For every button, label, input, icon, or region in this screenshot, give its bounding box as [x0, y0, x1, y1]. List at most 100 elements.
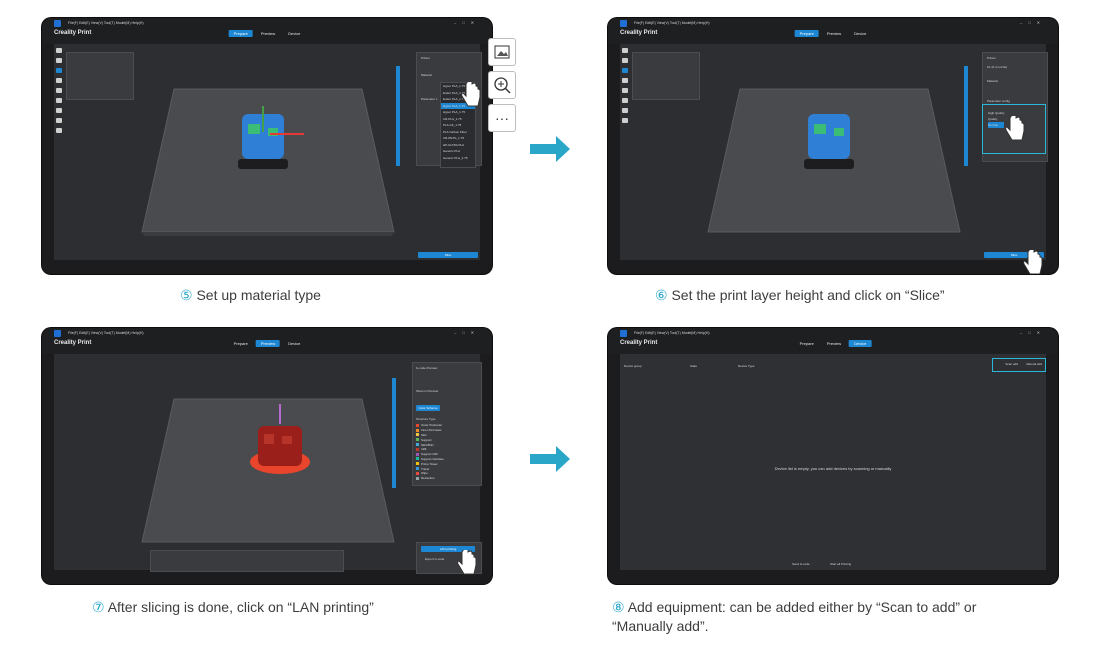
send-gcode-button[interactable]: Send G-code — [792, 562, 810, 566]
tool-cut-icon[interactable] — [622, 108, 628, 113]
tool-more-icon[interactable] — [56, 128, 62, 133]
param-list: High Quality Quality Normal — [988, 110, 1005, 128]
window-controls[interactable]: –□✕ — [454, 20, 480, 25]
legend-row[interactable]: Support interface — [416, 457, 444, 462]
image-icon[interactable] — [488, 38, 516, 66]
cat-model — [804, 114, 854, 169]
legend-swatch — [416, 433, 419, 437]
tab-preview[interactable]: Preview — [256, 30, 280, 37]
start-all-button[interactable]: Start all Printing — [830, 562, 851, 566]
tool-add-icon[interactable] — [56, 48, 62, 53]
hand-cursor-icon — [461, 82, 481, 107]
color-scheme-button[interactable]: Color Scheme — [416, 405, 440, 411]
tool-support-icon[interactable] — [622, 98, 628, 103]
tab-prepare[interactable]: Prepare — [228, 30, 253, 37]
gcode-title: G-code Preview — [416, 366, 438, 370]
legend-swatch — [416, 467, 419, 471]
left-toolbar — [54, 48, 64, 133]
arrow-right-icon — [530, 446, 570, 472]
tool-move-icon[interactable] — [56, 68, 62, 73]
more-icon[interactable]: ··· — [488, 104, 516, 132]
app-title: Creality Print — [54, 30, 92, 36]
title-bar: File(F) Edit(E) View(V) Tool(T) Model(M)… — [608, 328, 1058, 354]
step-number: ⑧ — [612, 599, 625, 615]
tool-cut-icon[interactable] — [56, 108, 62, 113]
tool-layout-icon[interactable] — [56, 58, 62, 63]
gcode-preview-panel: G-code Preview Show in Preview Color Sch… — [412, 362, 482, 486]
menu-bar[interactable]: File(F) Edit(E) View(V) Tool(T) Model(M)… — [68, 331, 144, 335]
legend-label: Outer Perimeter — [421, 423, 443, 428]
tab-prepare[interactable]: Prepare — [794, 30, 819, 37]
window-controls[interactable]: –□✕ — [1020, 20, 1046, 25]
tab-preview[interactable]: Preview — [255, 340, 281, 347]
app-logo — [54, 20, 61, 27]
step-text-line1: Add equipment: can be added either by “S… — [627, 599, 977, 615]
tab-preview[interactable]: Preview — [822, 340, 846, 347]
mode-tabs: Prepare Preview Device — [229, 340, 306, 347]
tab-device[interactable]: Device — [283, 340, 305, 347]
tab-device[interactable]: Device — [849, 30, 871, 37]
tab-prepare[interactable]: Prepare — [795, 340, 819, 347]
legend-label: Support infill — [421, 452, 438, 457]
tool-layout-icon[interactable] — [622, 58, 628, 63]
legend-row[interactable]: Inner Perimeter — [416, 428, 444, 433]
tool-measure-icon[interactable] — [622, 118, 628, 123]
caption-step-6: ⑥ Set the print layer height and click o… — [655, 286, 945, 305]
manual-add-button[interactable]: Manual add — [1026, 362, 1042, 366]
scan-add-button[interactable]: Scan add — [1005, 362, 1018, 366]
param-normal[interactable]: Normal — [988, 122, 1005, 128]
tool-support-icon[interactable] — [56, 98, 62, 103]
zoom-in-icon[interactable] — [488, 71, 516, 99]
app-logo — [620, 330, 627, 337]
filter-device-group[interactable]: Device group — [624, 364, 642, 368]
legend-label: Skirt/Brim — [421, 442, 434, 447]
legend-label: Wipe — [421, 471, 428, 476]
tool-scale-icon[interactable] — [56, 78, 62, 83]
bottom-layer-bar — [150, 550, 344, 572]
title-bar: File(F) Edit(E) View(V) Tool(T) Model(M)… — [42, 18, 492, 44]
menu-bar[interactable]: File(F) Edit(E) View(V) Tool(T) Model(M)… — [634, 21, 710, 25]
menu-bar[interactable]: File(F) Edit(E) View(V) Tool(T) Model(M)… — [634, 331, 710, 335]
tool-move-icon[interactable] — [622, 68, 628, 73]
tab-preview[interactable]: Preview — [822, 30, 846, 37]
legend-label: Travel — [421, 466, 430, 471]
export-gcode-button[interactable]: Export G-code — [425, 557, 444, 561]
filter-device-type[interactable]: Device Type — [738, 364, 754, 368]
move-panel — [632, 52, 700, 100]
tool-scale-icon[interactable] — [622, 78, 628, 83]
app-title: Creality Print — [54, 340, 92, 346]
sliced-model — [250, 426, 310, 474]
window-controls[interactable]: –□✕ — [1020, 330, 1046, 335]
hand-cursor-icon — [457, 550, 477, 575]
app-title: Creality Print — [620, 30, 658, 36]
step-number: ⑤ — [180, 287, 193, 303]
legend-row[interactable]: Retraction — [416, 476, 444, 481]
app-logo — [54, 330, 61, 337]
layer-slider[interactable] — [964, 66, 968, 166]
legend-label: Retraction — [421, 476, 435, 481]
legend-row[interactable]: Outer Perimeter — [416, 423, 444, 428]
tool-measure-icon[interactable] — [56, 118, 62, 123]
layer-slider[interactable] — [396, 66, 400, 166]
tab-device[interactable]: Device — [283, 30, 305, 37]
app-title: Creality Print — [620, 340, 658, 346]
left-toolbar — [620, 48, 630, 123]
filter-state[interactable]: State — [690, 364, 697, 368]
title-bar: File(F) Edit(E) View(V) Tool(T) Model(M)… — [42, 328, 492, 354]
tab-prepare[interactable]: Prepare — [229, 340, 253, 347]
caption-step-8: ⑧ Add equipment: can be added either by … — [612, 598, 976, 636]
legend-swatch — [416, 462, 419, 466]
tab-device[interactable]: Device — [849, 340, 872, 347]
tool-rotate-icon[interactable] — [622, 88, 628, 93]
menu-bar[interactable]: File(F) Edit(E) View(V) Tool(T) Model(M)… — [68, 21, 144, 25]
tool-rotate-icon[interactable] — [56, 88, 62, 93]
screenshot-step-6: File(F) Edit(E) View(V) Tool(T) Model(M)… — [608, 18, 1058, 274]
material-option[interactable]: Generic PLA_1.75 — [441, 155, 475, 162]
tool-add-icon[interactable] — [622, 48, 628, 53]
slice-button[interactable]: Slice — [418, 252, 478, 258]
legend-swatch — [416, 438, 419, 442]
layer-slider[interactable] — [392, 378, 396, 488]
step-text: Set up material type — [196, 287, 321, 303]
window-controls[interactable]: –□✕ — [454, 330, 480, 335]
hand-cursor-icon — [1005, 116, 1025, 141]
